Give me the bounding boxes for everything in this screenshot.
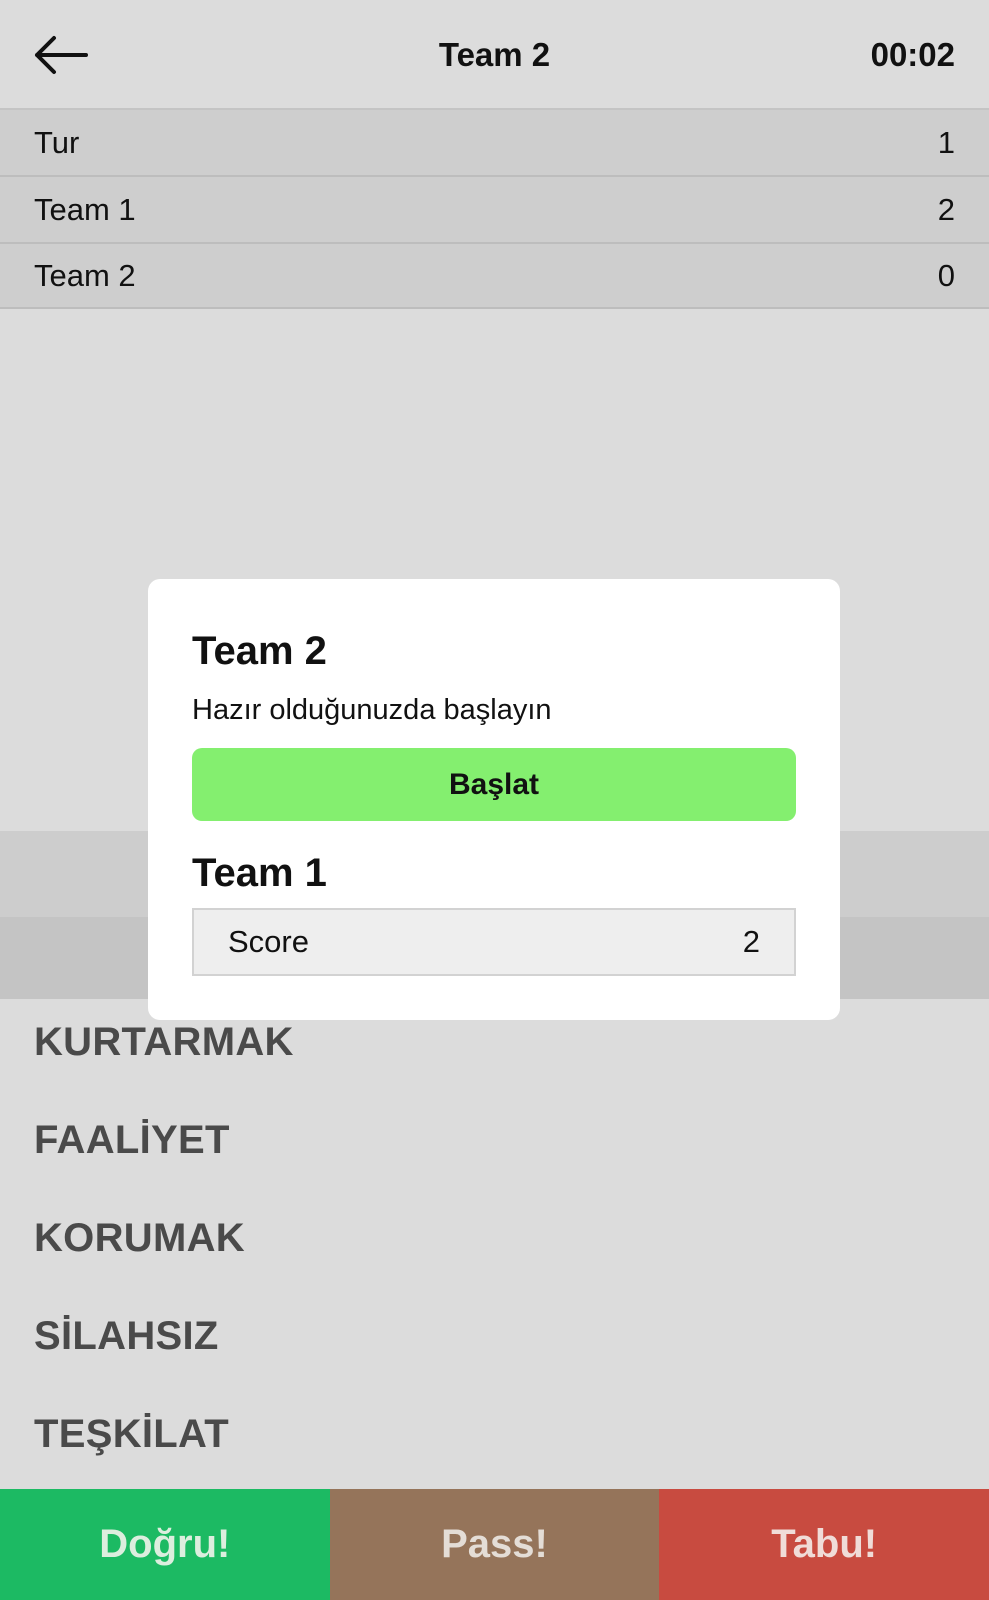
top-bar: Team 2 00:02	[0, 0, 989, 110]
taboo-word: SİLAHSIZ	[34, 1314, 219, 1358]
game-screen: Team 2 00:02 Tur 1 Team 1 2 Team 2 0 KUR…	[0, 0, 989, 1600]
row-label: Team 2	[34, 257, 136, 293]
correct-button[interactable]: Doğru!	[0, 1489, 330, 1600]
row-label: Tur	[34, 124, 80, 160]
scoreboard-row-round: Tur 1	[0, 110, 989, 177]
row-label: Team 1	[34, 191, 136, 227]
dialog-title: Team 2	[192, 629, 327, 673]
scoreboard: Tur 1 Team 1 2 Team 2 0	[0, 110, 989, 309]
scoreboard-row-team-1: Team 1 2	[0, 177, 989, 244]
score-label: Score	[228, 924, 309, 959]
previous-team-score: Score 2	[192, 908, 796, 976]
previous-team-title: Team 1	[192, 851, 327, 895]
row-value: 0	[937, 257, 955, 293]
timer: 00:02	[870, 36, 955, 73]
action-bar: Doğru! Pass! Tabu!	[0, 1489, 989, 1600]
taboo-word: KORUMAK	[34, 1216, 245, 1260]
pass-button[interactable]: Pass!	[329, 1489, 660, 1600]
score-value: 2	[742, 924, 760, 959]
taboo-button[interactable]: Tabu!	[659, 1489, 989, 1600]
row-value: 2	[937, 191, 955, 227]
start-turn-dialog: Team 2 Hazır olduğunuzda başlayın Başlat…	[148, 579, 840, 1020]
taboo-word: FAALİYET	[34, 1118, 230, 1162]
scoreboard-row-team-2: Team 2 0	[0, 244, 989, 309]
start-button[interactable]: Başlat	[192, 748, 796, 821]
team-title: Team 2	[438, 36, 551, 73]
row-value: 1	[937, 124, 955, 160]
taboo-word: KURTARMAK	[34, 1020, 294, 1064]
taboo-word-list: KURTARMAK FAALİYET KORUMAK SİLAHSIZ TEŞK…	[34, 1020, 934, 1510]
dialog-subtitle: Hazır olduğunuzda başlayın	[192, 694, 552, 726]
